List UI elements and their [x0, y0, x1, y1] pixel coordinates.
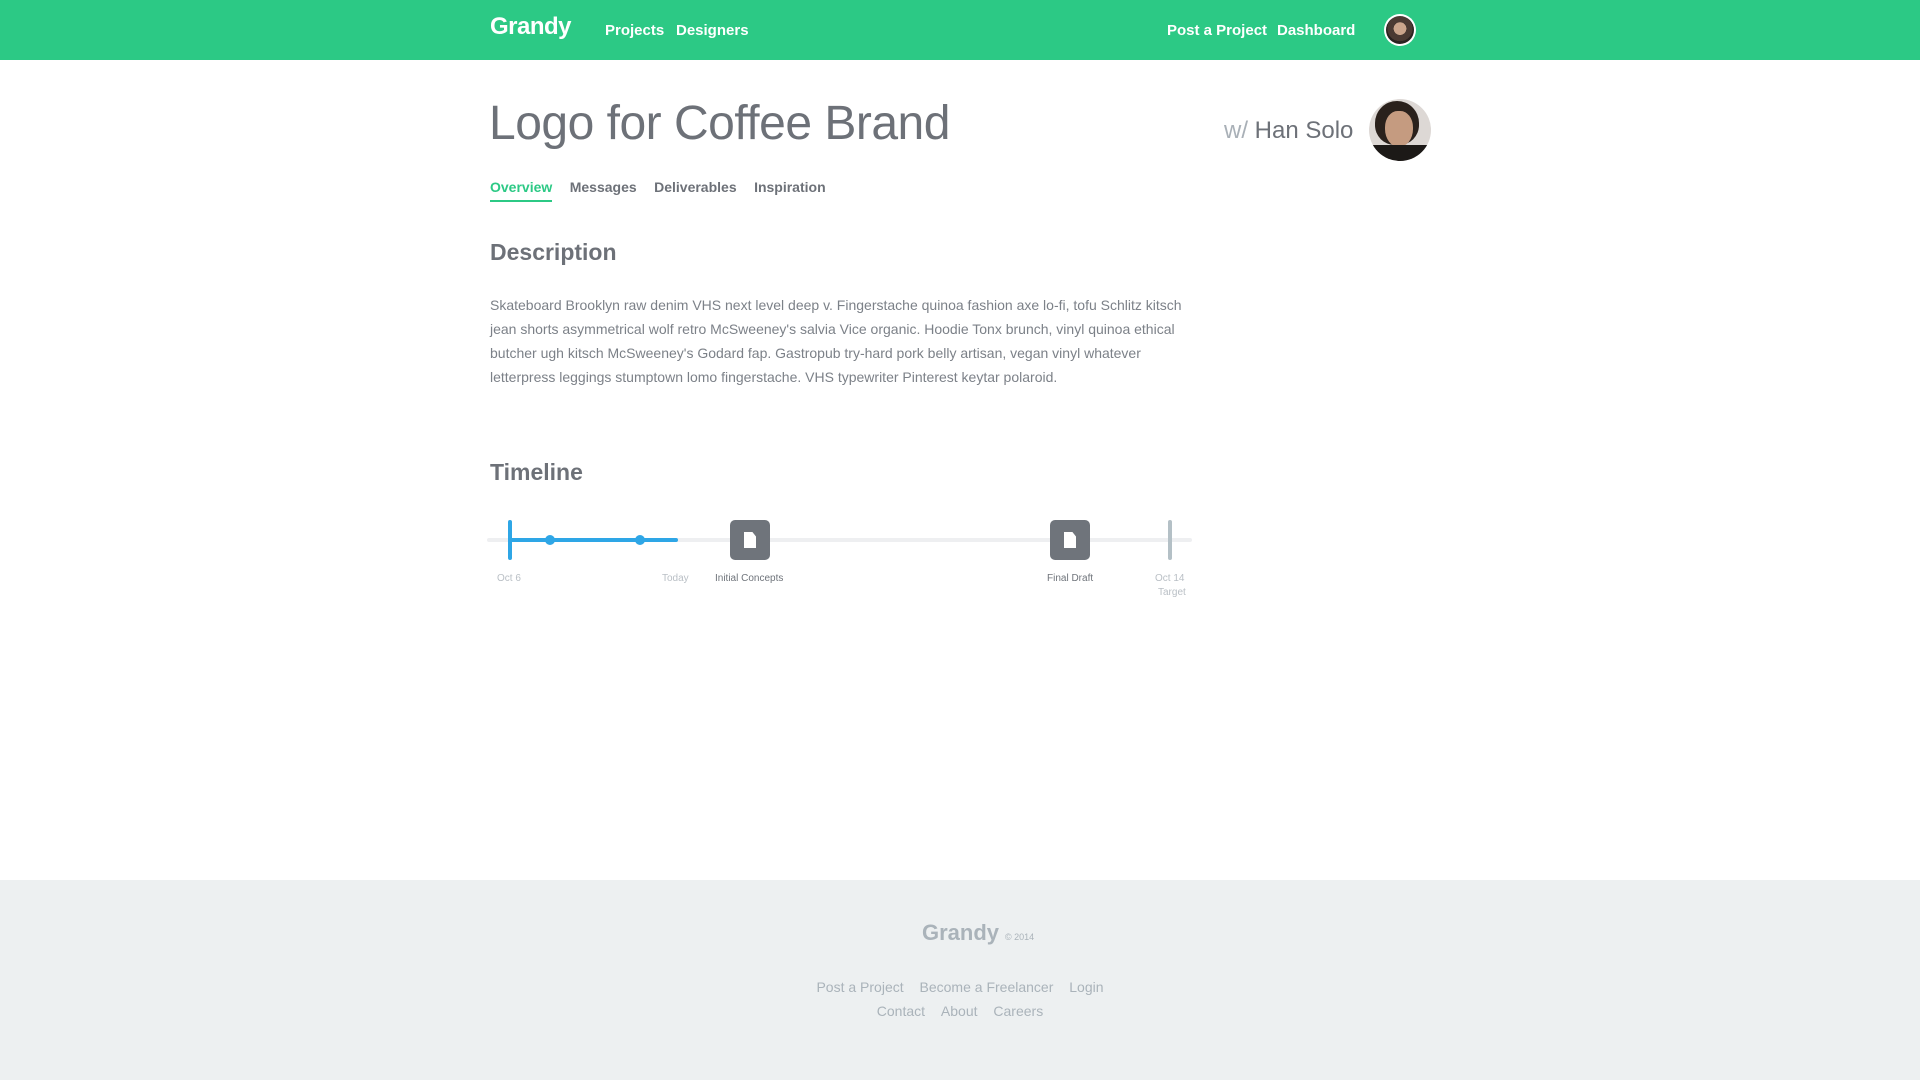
footer-link-post-project[interactable]: Post a Project [816, 979, 903, 995]
footer: Grandy © 2014 Post a Project Become a Fr… [0, 880, 1920, 1080]
project-tabs: Overview Messages Deliverables Inspirati… [490, 179, 839, 202]
footer-logo[interactable]: Grandy [922, 920, 999, 946]
top-nav-bar: Grandy Projects Designers Post a Project… [0, 0, 1920, 60]
timeline-progress [509, 538, 678, 542]
nav-link-post-project[interactable]: Post a Project [1167, 22, 1267, 39]
timeline-target-marker [1168, 520, 1172, 560]
tab-deliverables[interactable]: Deliverables [654, 179, 737, 200]
milestone-final-draft-label: Final Draft [1047, 573, 1094, 584]
footer-link-contact[interactable]: Contact [877, 1003, 925, 1019]
timeline-heading: Timeline [490, 459, 583, 485]
nav-link-projects[interactable]: Projects [605, 22, 664, 39]
milestone-initial-concepts-label: Initial Concepts [715, 573, 784, 584]
brand-logo[interactable]: Grandy [490, 13, 572, 41]
timeline-progress-dot[interactable] [545, 535, 555, 545]
nav-link-designers[interactable]: Designers [676, 22, 749, 39]
milestone-initial-concepts[interactable] [730, 520, 770, 560]
user-avatar[interactable] [1384, 14, 1416, 46]
footer-copyright: © 2014 [1005, 932, 1035, 942]
description-heading: Description [490, 239, 617, 265]
tab-inspiration[interactable]: Inspiration [754, 179, 826, 200]
footer-link-login[interactable]: Login [1069, 979, 1103, 995]
timeline-progress-dot[interactable] [635, 535, 645, 545]
tab-messages[interactable]: Messages [570, 179, 637, 200]
page-title: Logo for Coffee Brand [489, 97, 950, 150]
footer-link-about[interactable]: About [941, 1003, 978, 1019]
user-avatar-image [1386, 16, 1414, 44]
footer-links-primary: Post a Project Become a Freelancer Login [0, 979, 1920, 995]
timeline-end-sublabel: Target [1158, 587, 1186, 598]
collaborator-name[interactable]: Han Solo [1255, 117, 1354, 144]
footer-link-careers[interactable]: Careers [993, 1003, 1043, 1019]
timeline-today-label: Today [662, 573, 689, 584]
nav-link-dashboard[interactable]: Dashboard [1277, 22, 1355, 39]
collaborator-prefix: w/ [1224, 117, 1248, 144]
timeline-start-label: Oct 6 [497, 573, 521, 584]
document-icon [744, 532, 756, 548]
collaborator: w/ Han Solo [1224, 117, 1353, 145]
tab-overview[interactable]: Overview [490, 179, 553, 202]
collaborator-avatar[interactable] [1369, 99, 1431, 161]
footer-links-secondary: Contact About Careers [0, 1003, 1920, 1019]
milestone-final-draft[interactable] [1050, 520, 1090, 560]
timeline-start-marker [508, 520, 512, 560]
document-icon [1064, 532, 1076, 548]
footer-link-become-freelancer[interactable]: Become a Freelancer [920, 979, 1054, 995]
timeline-end-label: Oct 14 [1155, 573, 1185, 584]
description-text: Skateboard Brooklyn raw denim VHS next l… [490, 297, 1182, 385]
